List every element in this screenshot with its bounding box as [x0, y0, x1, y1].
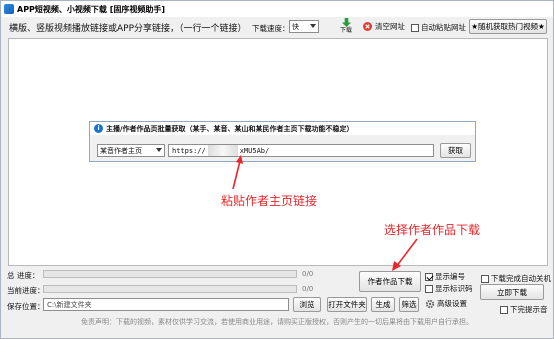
author-download-button[interactable]: 作者作品下载	[359, 271, 421, 292]
url-prefix: https://	[172, 146, 206, 155]
current-progress-label: 当前进度：	[7, 286, 45, 295]
gear-icon	[425, 299, 435, 308]
platform-select-value: 某音作者主页	[100, 146, 142, 155]
show-number-label: 显示编号	[435, 272, 465, 281]
show-number-box[interactable]	[425, 272, 433, 281]
pointer-arrow-icon	[232, 155, 243, 190]
chevron-down-icon	[310, 24, 316, 28]
notify-sound-label: 下完提示音	[510, 305, 548, 314]
auto-paste-box[interactable]	[411, 23, 419, 32]
auto-paste-label: 自动粘贴网址	[421, 23, 466, 32]
advanced-settings-button[interactable]: 高级设置	[425, 298, 467, 309]
advanced-settings-label: 高级设置	[437, 299, 467, 308]
show-number-checkbox[interactable]: 显示编号	[425, 271, 465, 282]
download-now-button[interactable]: 立即下载	[480, 284, 544, 300]
pointer-arrow-icon	[392, 238, 418, 271]
clear-urls-button[interactable]: 清空网址	[363, 21, 405, 32]
current-progress-text: 0/0	[302, 285, 314, 293]
notify-sound-box[interactable]	[500, 305, 508, 314]
author-batch-dialog: i 主播/作者作品页批量获取（某手、某音、某山和某民作者主页下载功能不稳定） 某…	[89, 121, 476, 162]
auto-paste-checkbox[interactable]: 自动粘贴网址	[411, 22, 466, 33]
total-progress-label: 总 进度：	[7, 271, 40, 280]
total-progress-text: 0/0	[302, 270, 314, 278]
show-id-box[interactable]	[425, 284, 433, 293]
browse-button[interactable]: 浏览	[293, 297, 321, 312]
save-path-input[interactable]: C:\新建文件夹	[43, 298, 289, 311]
random-hot-video-button[interactable]: ★随机获取热门视频★	[469, 19, 547, 34]
current-progress-bar	[43, 285, 297, 293]
filter-button[interactable]: 筛选	[399, 297, 419, 312]
show-id-checkbox[interactable]: 显示标识码	[425, 283, 473, 294]
paste-hint-label: 粘贴作者主页链接	[221, 194, 318, 208]
notify-sound-checkbox[interactable]: 下完提示音	[500, 304, 548, 315]
dialog-title-bar: i 主播/作者作品页批量获取（某手、某音、某山和某民作者主页下载功能不稳定）	[90, 122, 475, 135]
instruction-text: 横版、竖版视频播放链接或APP分享链接，（一行一个链接）	[9, 24, 247, 34]
app-icon	[4, 4, 14, 14]
platform-select[interactable]: 某音作者主页	[97, 144, 165, 157]
info-icon: i	[94, 124, 103, 133]
dialog-title: 主播/作者作品页批量获取（某手、某音、某山和某民作者主页下载功能不稳定）	[106, 124, 354, 133]
download-label: 下载	[339, 27, 352, 34]
select-hint-label: 选择作者作品下载	[384, 223, 481, 237]
clear-urls-label: 清空网址	[375, 22, 405, 31]
top-toolbar: 横版、竖版视频播放链接或APP分享链接，（一行一个链接） 下载速度： 快 下载 …	[1, 17, 553, 38]
chevron-down-icon	[156, 148, 162, 152]
auto-shutdown-checkbox[interactable]: 下载完成自动关机	[481, 273, 551, 284]
generate-button[interactable]: 生成	[371, 297, 395, 312]
window-title: APP短视频、小视频下载 [固序视频助手]	[17, 4, 166, 14]
download-button[interactable]: 下载	[339, 18, 353, 37]
fetch-button[interactable]: 获取	[440, 143, 471, 158]
speed-select-value: 快	[292, 22, 299, 31]
title-bar: APP短视频、小视频下载 [固序视频助手]	[1, 1, 553, 17]
save-location-label: 保存位置：	[7, 302, 45, 311]
author-url-input[interactable]: https:// xMU5Ab/	[168, 144, 434, 157]
download-arrow-icon	[341, 18, 351, 27]
app-window: APP短视频、小视频下载 [固序视频助手] 横版、竖版视频播放链接或APP分享链…	[0, 0, 554, 339]
total-progress-bar	[43, 270, 297, 278]
speed-select[interactable]: 快	[289, 20, 319, 33]
open-folder-button[interactable]: 打开文件夹	[327, 297, 367, 312]
speed-label: 下载速度：	[252, 24, 290, 33]
disclaimer-text: 免责声明：下载的视频，素材仅供学习交流，若使用商业用途，请购买正版授权，否则产生…	[81, 318, 473, 326]
auto-shutdown-label: 下载完成自动关机	[491, 274, 551, 283]
clear-icon	[363, 22, 372, 31]
show-id-label: 显示标识码	[435, 284, 473, 293]
auto-shutdown-box[interactable]	[481, 274, 489, 283]
